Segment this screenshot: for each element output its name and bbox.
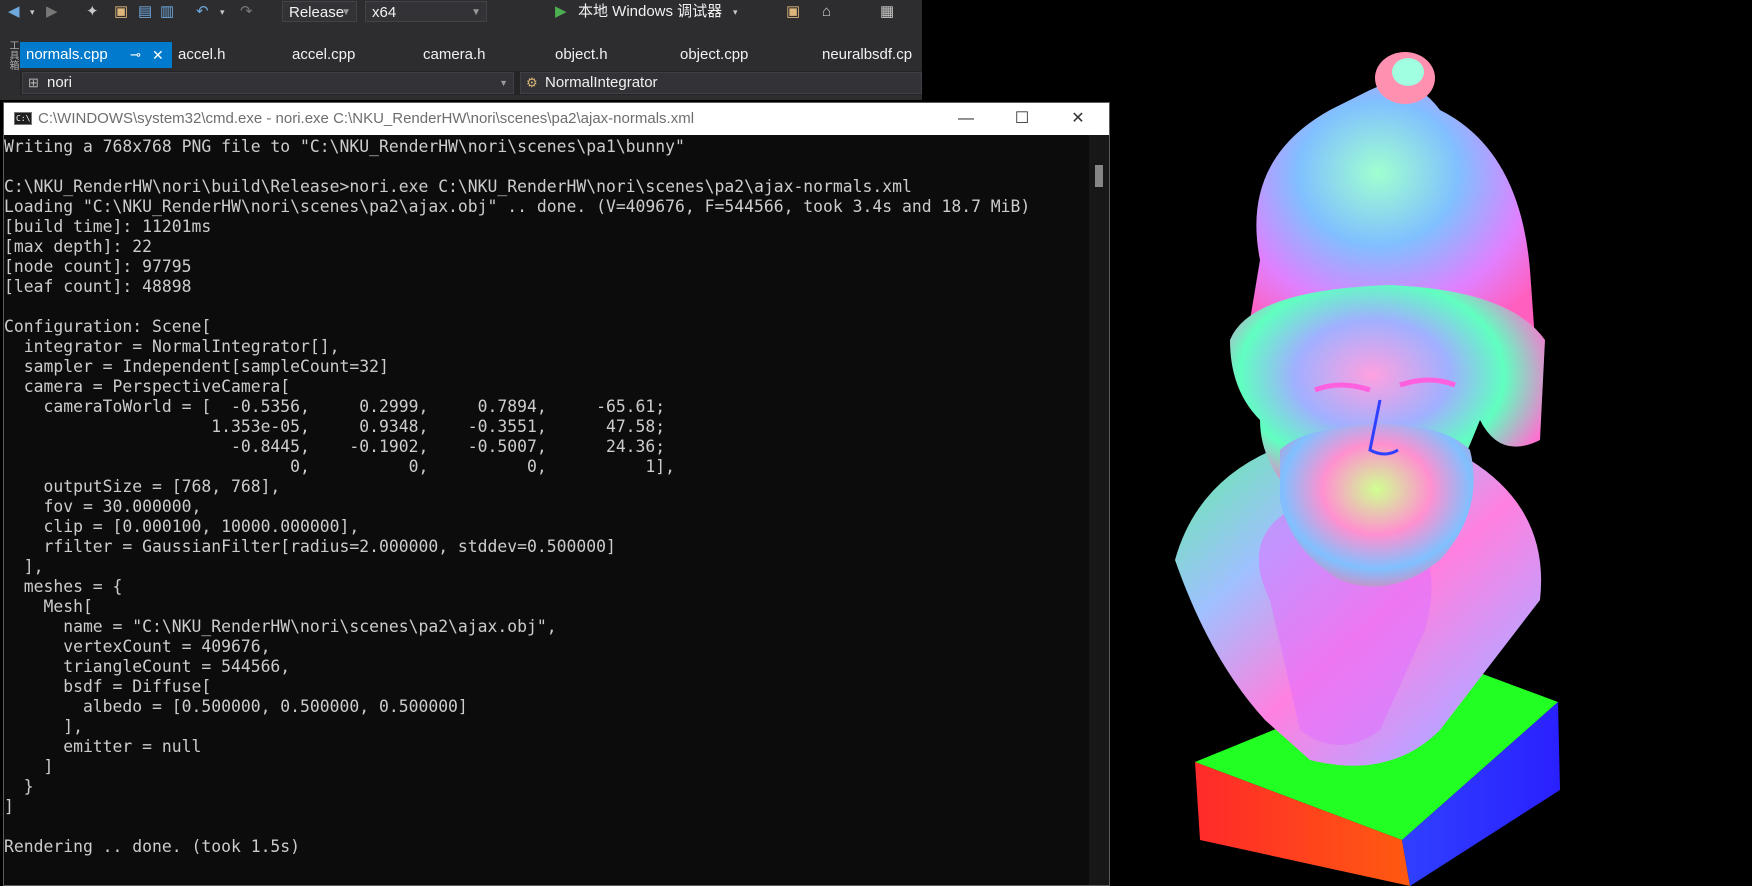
console-line: ],	[4, 557, 44, 576]
console-line: integrator = NormalIntegrator[],	[4, 337, 340, 356]
tab-camera-h[interactable]: camera.h	[423, 42, 486, 68]
tab-normals-cpp[interactable]: normals.cpp ⊸ ✕	[20, 42, 172, 68]
open-folder-icon[interactable]: ▣	[114, 2, 128, 22]
close-button[interactable]: ✕	[1050, 103, 1106, 135]
navigation-bar: ⊞ nori ▼ ⚙ NormalIntegrator	[20, 71, 922, 95]
scrollbar[interactable]	[1089, 135, 1109, 885]
console-line: albedo = [0.500000, 0.500000, 0.500000]	[4, 697, 468, 716]
console-line: Configuration: Scene[	[4, 317, 212, 336]
console-line: [leaf count]: 48898	[4, 277, 192, 296]
undo-icon[interactable]: ↶	[196, 2, 209, 22]
chevron-down-icon: ▼	[341, 7, 351, 18]
console-line: clip = [0.000100, 10000.000000],	[4, 517, 360, 536]
minimize-button[interactable]: —	[938, 103, 994, 135]
cmd-icon: C:\	[14, 112, 32, 125]
pin-icon[interactable]: ⊸	[130, 42, 141, 68]
tab-label: normals.cpp	[26, 46, 108, 63]
console-line: [max depth]: 22	[4, 237, 153, 256]
home-icon[interactable]: ⌂	[822, 2, 831, 22]
platform-value: x64	[372, 4, 397, 21]
start-debugger-button[interactable]: 本地 Windows 调试器	[578, 2, 722, 22]
scrollbar-thumb[interactable]	[1095, 165, 1103, 187]
tab-neuralbsdf-cpp[interactable]: neuralbsdf.cp	[822, 42, 912, 68]
cmd-window-title: C:\WINDOWS\system32\cmd.exe - nori.exe C…	[38, 110, 695, 127]
console-line: ]	[4, 757, 54, 776]
helmet-crest-highlight	[1392, 58, 1424, 86]
close-icon[interactable]: ✕	[152, 42, 164, 68]
console-line: }	[4, 777, 34, 796]
debugger-dropdown-icon[interactable]: ▾	[733, 2, 738, 22]
folder-icon[interactable]: ▣	[786, 2, 800, 22]
toolbox-icon[interactable]: ▦	[880, 2, 894, 22]
console-line: -0.8445, -0.1902, -0.5007, 24.36;	[4, 437, 666, 456]
redo-icon[interactable]: ↷	[240, 2, 253, 22]
console-output[interactable]: Writing a 768x768 PNG file to "C:\NKU_Re…	[4, 137, 1086, 883]
console-line: sampler = Independent[sampleCount=32]	[4, 357, 389, 376]
save-all-icon[interactable]: ▥	[160, 2, 174, 22]
tab-object-cpp[interactable]: object.cpp	[680, 42, 748, 68]
toolbox-rail[interactable]: 工具箱	[0, 40, 20, 100]
console-line: camera = PerspectiveCamera[	[4, 377, 291, 396]
console-line: Writing a 768x768 PNG file to "C:\NKU_Re…	[4, 137, 685, 156]
project-icon: ⊞	[28, 75, 39, 90]
console-line: triangleCount = 544566,	[4, 657, 291, 676]
console-line: ]	[4, 797, 14, 816]
console-line: name = "C:\NKU_RenderHW\nori\scenes\pa2\…	[4, 617, 557, 636]
console-line: [build time]: 11201ms	[4, 217, 212, 236]
project-dropdown[interactable]: ⊞ nori ▼	[22, 72, 514, 94]
save-icon[interactable]: ▤	[138, 2, 152, 22]
console-line: outputSize = [768, 768],	[4, 477, 281, 496]
configuration-value: Release	[289, 4, 345, 21]
tab-accel-cpp[interactable]: accel.cpp	[292, 42, 355, 68]
tab-object-h[interactable]: object.h	[555, 42, 608, 68]
console-line: Loading "C:\NKU_RenderHW\nori\scenes\pa2…	[4, 197, 1031, 216]
visual-studio-window: ◀ ▾ ▶ ✦ ▣ ▤ ▥ ↶ ▾ ↷ Release ▼ x64 ▼ ▶ 本地 W…	[0, 0, 922, 100]
class-label: NormalIntegrator	[545, 74, 658, 91]
console-line: 1.353e-05, 0.9348, -0.3551, 47.58;	[4, 417, 666, 436]
cmd-window: C:\ C:\WINDOWS\system32\cmd.exe - nori.e…	[3, 102, 1110, 886]
back-dropdown-icon[interactable]: ▾	[30, 2, 35, 22]
project-label: nori	[47, 74, 73, 91]
cmd-title-bar[interactable]: C:\ C:\WINDOWS\system32\cmd.exe - nori.e…	[4, 103, 1109, 135]
console-line: C:\NKU_RenderHW\nori\build\Release>nori.…	[4, 177, 912, 196]
toolbar: ◀ ▾ ▶ ✦ ▣ ▤ ▥ ↶ ▾ ↷ Release ▼ x64 ▼ ▶ 本地 W…	[0, 0, 922, 24]
forward-icon[interactable]: ▶	[46, 2, 58, 22]
class-icon: ⚙	[526, 75, 538, 90]
chevron-down-icon: ▼	[499, 78, 508, 88]
play-icon[interactable]: ▶	[555, 2, 567, 22]
console-line: emitter = null	[4, 737, 202, 756]
tab-accel-h[interactable]: accel.h	[178, 42, 226, 68]
console-line: vertexCount = 409676,	[4, 637, 271, 656]
document-tabs: normals.cpp ⊸ ✕ accel.h accel.cpp camera…	[20, 42, 922, 68]
console-line: rfilter = GaussianFilter[radius=2.000000…	[4, 537, 616, 556]
console-line: cameraToWorld = [ -0.5356, 0.2999, 0.789…	[4, 397, 666, 416]
console-line: bsdf = Diffuse[	[4, 677, 212, 696]
console-line: fov = 30.000000,	[4, 497, 202, 516]
configuration-select[interactable]: Release ▼	[282, 1, 357, 22]
console-line: ],	[4, 717, 83, 736]
back-icon[interactable]: ◀	[8, 2, 20, 22]
maximize-button[interactable]: ☐	[994, 103, 1050, 135]
console-line: [node count]: 97795	[4, 257, 192, 276]
new-item-icon[interactable]: ✦	[86, 2, 99, 22]
console-line: meshes = {	[4, 577, 123, 596]
chevron-down-icon: ▼	[471, 7, 481, 18]
undo-dropdown-icon[interactable]: ▾	[220, 2, 225, 22]
console-line: 0, 0, 0, 1],	[4, 457, 676, 476]
console-line: Rendering .. done. (took 1.5s)	[4, 837, 301, 856]
platform-select[interactable]: x64 ▼	[365, 1, 487, 22]
class-dropdown[interactable]: ⚙ NormalIntegrator	[520, 72, 922, 94]
console-line: Mesh[	[4, 597, 93, 616]
ajax-normals-render	[1175, 52, 1560, 886]
